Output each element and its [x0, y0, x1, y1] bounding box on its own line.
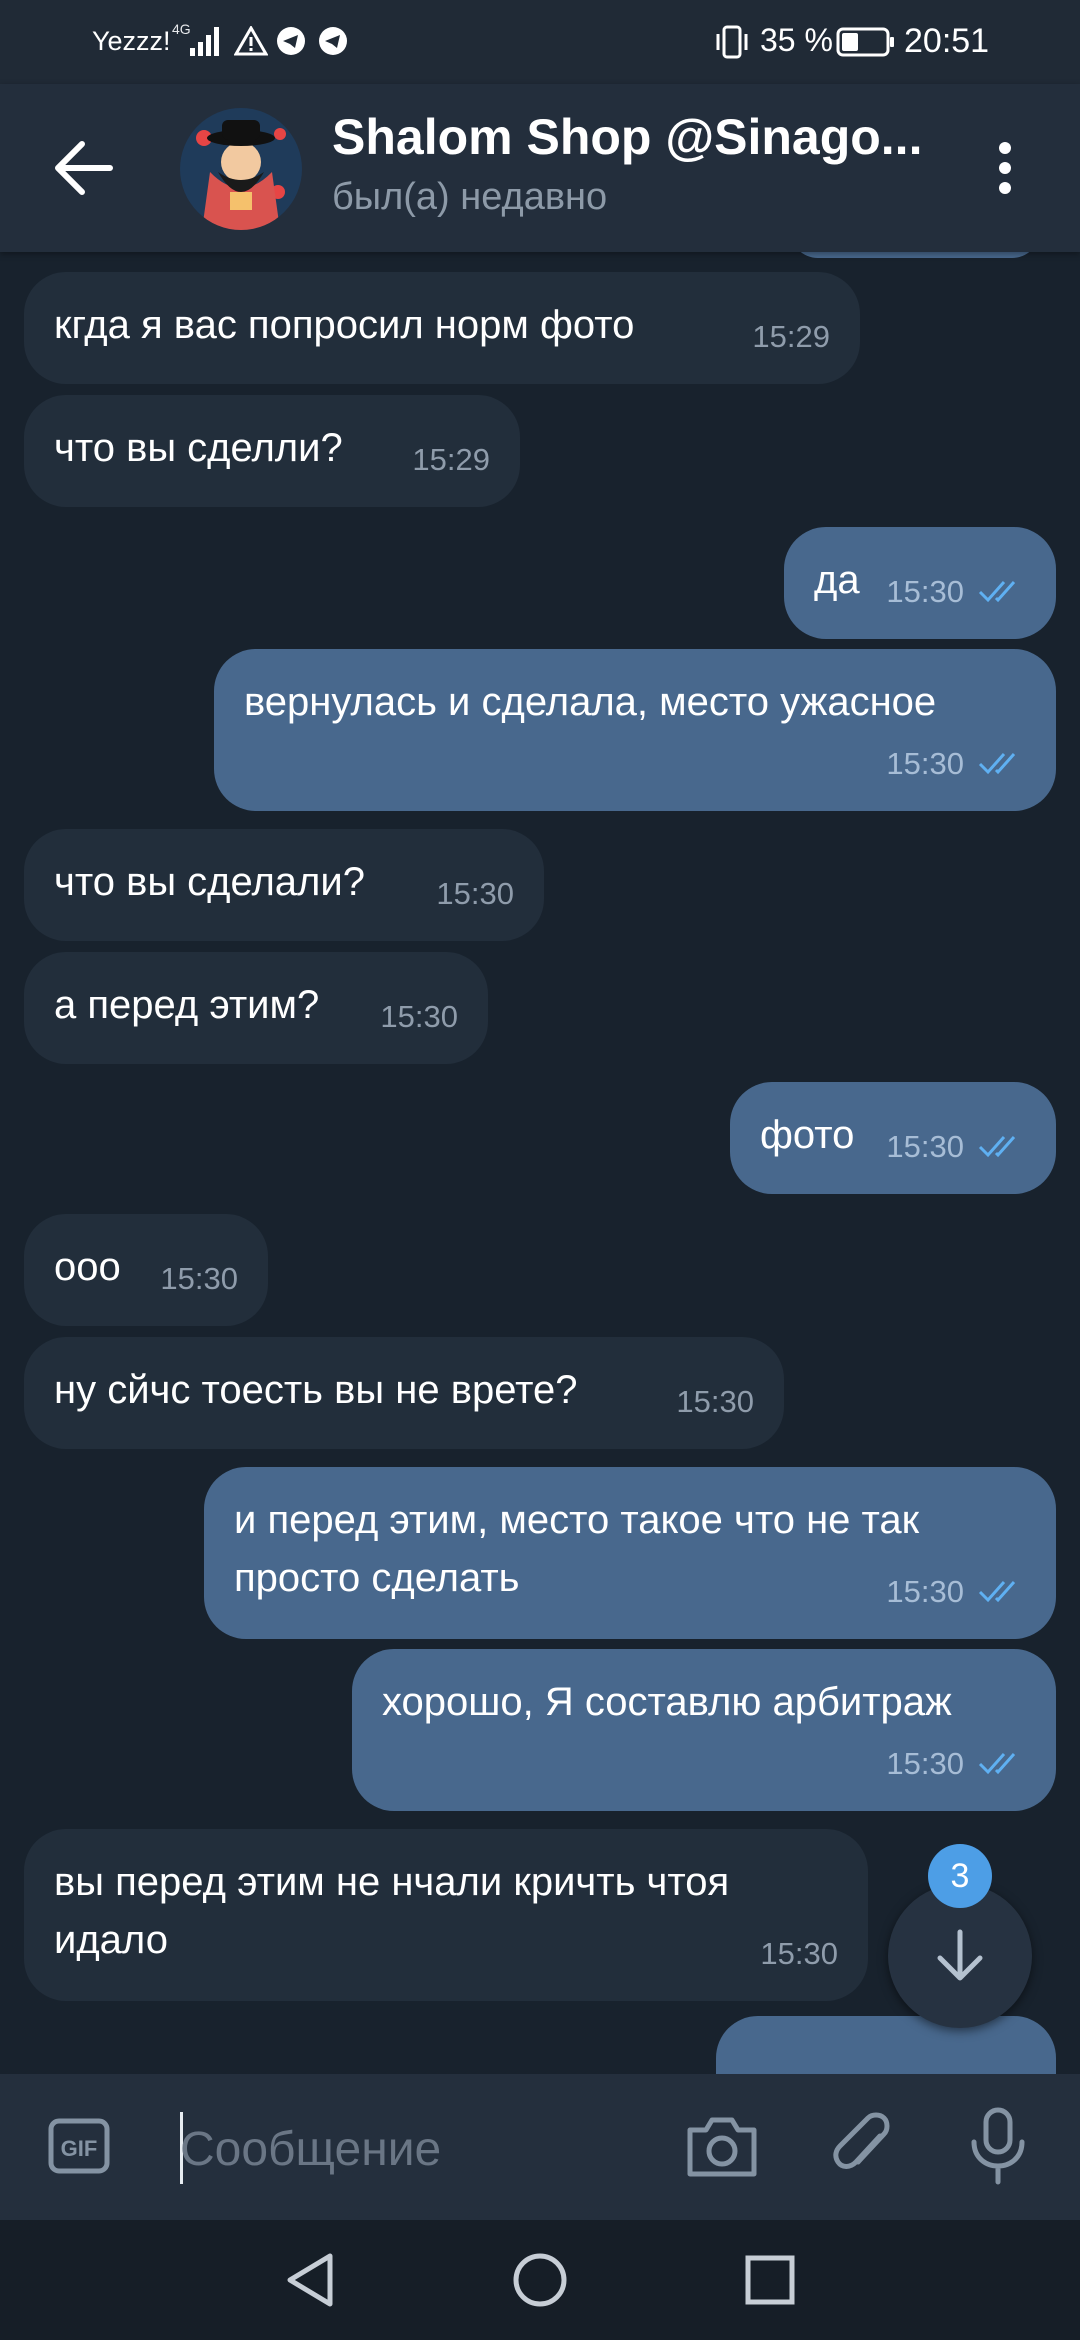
warning-icon [234, 26, 268, 56]
message-time: 15:30 [380, 999, 458, 1034]
unread-count-badge: 3 [928, 1844, 992, 1908]
message-text: вернулась и сделала, место ужасное [244, 680, 937, 724]
message-incoming[interactable]: ооо 15:30 [24, 1214, 268, 1326]
read-checkmarks-icon [978, 1753, 1016, 1775]
message-incoming[interactable]: кгда я вас попросил норм фото 15:29 [24, 272, 860, 384]
chat-title[interactable]: Shalom Shop @Sinago... [332, 108, 932, 166]
message-outgoing[interactable]: да 15:30 [784, 527, 1056, 639]
attach-icon[interactable] [832, 2110, 896, 2182]
nav-recents-icon[interactable] [742, 2250, 798, 2310]
message-time: 15:29 [412, 442, 490, 477]
avatar-image [180, 108, 302, 230]
camera-icon[interactable] [684, 2112, 760, 2180]
arrow-down-icon [937, 1929, 983, 1981]
nav-home-icon[interactable] [510, 2250, 570, 2310]
previous-message-edge [790, 252, 1040, 258]
message-outgoing[interactable]: вернулась и сделала, место ужасное 15:30 [214, 649, 1056, 811]
read-checkmarks-icon [978, 1581, 1016, 1603]
message-outgoing[interactable]: хорошо, Я составлю арбитраж 15:30 [352, 1649, 1056, 1811]
avatar[interactable] [180, 108, 302, 230]
message-incoming[interactable]: что вы сделали? 15:30 [24, 829, 544, 941]
message-time: 15:30 [886, 1574, 964, 1609]
telegram-notification-icon [277, 27, 305, 55]
message-incoming[interactable]: вы перед этим не нчали кричть чтоя идало… [24, 1829, 868, 2001]
svg-text:GIF: GIF [61, 2136, 98, 2161]
back-arrow-icon[interactable] [52, 140, 114, 196]
message-time: 15:30 [436, 876, 514, 911]
vibrate-icon [716, 25, 748, 59]
system-navigation-bar [0, 2220, 1080, 2340]
last-seen-status: был(а) недавно [332, 176, 608, 218]
message-text: ну сйчс тоесть вы не врете? [54, 1368, 578, 1412]
gif-icon[interactable]: GIF [48, 2118, 110, 2174]
message-outgoing[interactable]: и перед этим, место такое что не так про… [204, 1467, 1056, 1639]
nav-back-icon[interactable] [282, 2250, 338, 2310]
battery-icon [836, 27, 894, 57]
message-time: 15:29 [752, 319, 830, 354]
message-input[interactable] [180, 2114, 660, 2184]
read-checkmarks-icon [978, 1136, 1016, 1158]
message-text: хорошо, Я составлю арбитраж [382, 1680, 952, 1724]
message-composer: GIF [0, 2074, 1080, 2220]
message-time: 15:30 [160, 1261, 238, 1296]
message-incoming[interactable]: что вы сделли? 15:29 [24, 395, 520, 507]
message-time: 15:30 [886, 574, 964, 609]
message-outgoing[interactable]: фото 15:30 [730, 1082, 1056, 1194]
message-list[interactable]: кгда я вас попросил норм фото 15:29 что … [0, 252, 1080, 2074]
chat-header: Shalom Shop @Sinago... был(а) недавно [0, 84, 1080, 252]
message-time: 15:30 [886, 746, 964, 781]
clock: 20:51 [904, 22, 990, 60]
message-time: 15:30 [886, 1746, 964, 1781]
telegram-notification-icon [319, 27, 347, 55]
message-time: 15:30 [886, 1129, 964, 1164]
read-checkmarks-icon [978, 581, 1016, 603]
message-text: кгда я вас попросил норм фото [54, 303, 635, 347]
read-checkmarks-icon [978, 753, 1016, 775]
message-incoming[interactable]: а перед этим? 15:30 [24, 952, 488, 1064]
message-time: 15:30 [760, 1936, 838, 1971]
message-incoming[interactable]: ну сйчс тоесть вы не врете? 15:30 [24, 1337, 784, 1449]
battery-percent: 35 % [760, 22, 833, 58]
signal-icon [190, 27, 219, 56]
microphone-icon[interactable] [968, 2106, 1028, 2186]
carrier-name: Yezzz! [92, 26, 171, 56]
message-outgoing[interactable]: я вру [716, 2016, 1056, 2074]
more-options-icon[interactable] [990, 140, 1020, 196]
message-text: вы перед этим не нчали кричть чтоя идало [54, 1860, 730, 1962]
message-text: я вру [746, 2040, 1026, 2074]
status-bar: Yezzz! 4G 35 % 20:51 [0, 0, 1080, 84]
message-time: 15:30 [676, 1384, 754, 1419]
